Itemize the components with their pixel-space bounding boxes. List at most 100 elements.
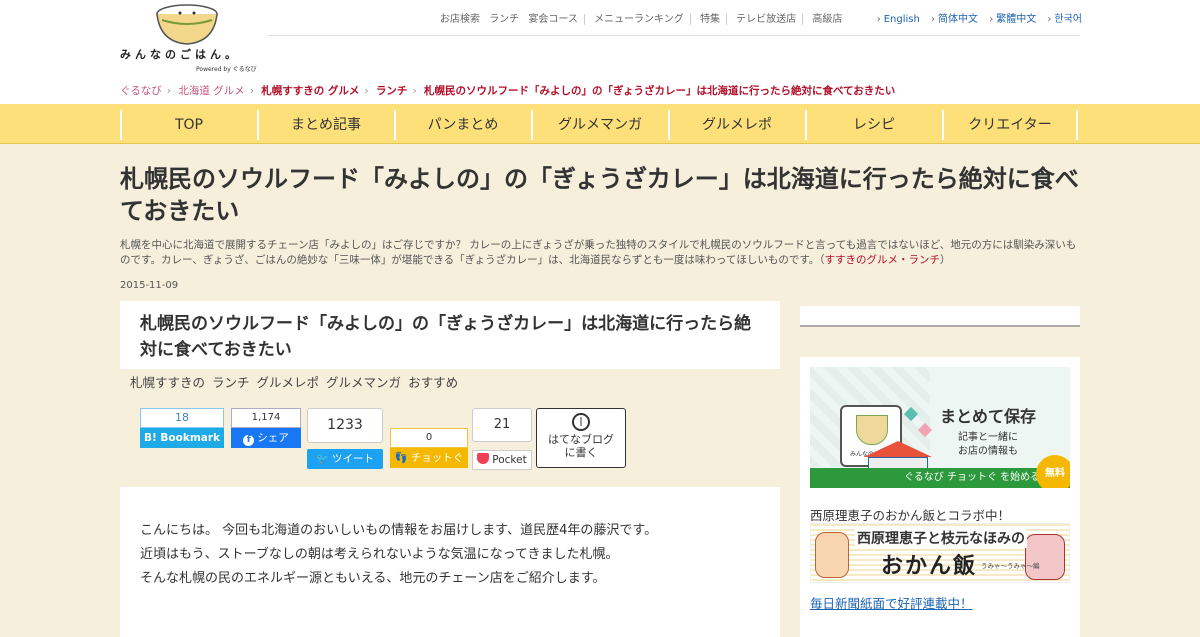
sidebar-panel: みんなのごはん まとめて保存 記事と一緒に お店の情報も ぐるなび チョットぐ を… bbox=[800, 357, 1080, 637]
banner-free-badge: 無料 bbox=[1036, 455, 1070, 488]
okan-meshi-banner[interactable]: 西原理恵子と枝元なほみの おかん飯 うみゃ〜うみゃ〜編 bbox=[810, 523, 1070, 583]
page-title: 札幌民のソウルフード「みよしの」の「ぎょうざカレー」は北海道に行ったら絶対に食べ… bbox=[120, 165, 1079, 225]
topnav-link-features[interactable]: 特集 bbox=[700, 14, 720, 25]
hatena-blog-icon: | bbox=[572, 413, 590, 431]
pocket-button[interactable]: 21 Pocket bbox=[472, 408, 532, 470]
topnav-link-shop-search[interactable]: お店検索 bbox=[440, 14, 480, 25]
logo-text: みんなのごはん。 bbox=[120, 48, 240, 61]
lang-link-english[interactable]: English bbox=[877, 14, 920, 25]
twitter-tweet-label: 🐦 ツイート bbox=[307, 449, 383, 469]
banner-subtext: 記事と一緒に お店の情報も bbox=[958, 431, 1038, 459]
rice-bowl-logo-icon bbox=[156, 4, 218, 45]
topnav-link-banquet[interactable]: 宴会コース bbox=[528, 14, 578, 25]
breadcrumb-item-lunch[interactable]: ランチ bbox=[376, 85, 408, 97]
article-body: こんにちは。 今回も北海道のおいしいもの情報をお届けします、道民歴4年の藤沢です… bbox=[120, 487, 780, 637]
logo-powered-by: Powered by ぐるなび bbox=[196, 66, 257, 73]
topnav-link-luxury[interactable]: 高級店 bbox=[812, 14, 842, 25]
breadcrumb-item-hokkaido[interactable]: 北海道 グルメ bbox=[178, 85, 244, 97]
banner-heading: まとめて保存 bbox=[940, 407, 1037, 426]
site-logo[interactable]: みんなのごはん。 Powered by ぐるなび bbox=[118, 2, 268, 74]
tag-recommend[interactable]: おすすめ bbox=[408, 375, 458, 390]
breadcrumb-item-gurunavi[interactable]: ぐるなび bbox=[120, 85, 162, 97]
article-box-title: 札幌民のソウルフード「みよしの」の「ぎょうざカレー」は北海道に行ったら絶対に食べ… bbox=[140, 314, 752, 360]
mainnav-tab-pan[interactable]: パンまとめ bbox=[394, 110, 530, 140]
mainnav-tab-top[interactable]: TOP bbox=[120, 110, 256, 140]
lang-link-traditional-chinese[interactable]: 繁體中文 bbox=[989, 14, 1036, 25]
header-divider bbox=[268, 35, 1080, 36]
article-lead-category-link[interactable]: すすきのグルメ・ランチ bbox=[825, 254, 941, 266]
breadcrumb-item-sapporo[interactable]: 札幌すすきの グルメ bbox=[261, 85, 359, 97]
chottogu-text: チョットぐ bbox=[410, 452, 464, 464]
facebook-share-button[interactable]: 1,174 f シェア bbox=[231, 408, 301, 448]
topnav-link-lunch[interactable]: ランチ bbox=[489, 14, 519, 25]
main-navigation: TOP まとめ記事 パンまとめ グルメマンガ グルメレポ レシピ クリエイター bbox=[0, 104, 1200, 144]
footprint-icon: 👣 bbox=[394, 452, 408, 464]
topnav-link-menu-ranking[interactable]: メニューランキング bbox=[594, 14, 684, 25]
pocket-text: Pocket bbox=[492, 454, 527, 466]
banner-subtext-line2: お店の情報も bbox=[958, 446, 1018, 457]
article-lead: 札幌を中心に北海道で展開するチェーン店「みよしの」はご存じですか？ カレーの上に… bbox=[120, 238, 1080, 268]
lang-link-simplified-chinese[interactable]: 简体中文 bbox=[931, 14, 978, 25]
facebook-icon: f bbox=[243, 435, 255, 446]
okan-banner-small-text: うみゃ〜うみゃ〜編 bbox=[981, 562, 1040, 570]
character-illustration-icon bbox=[815, 532, 849, 578]
mainnav-tab-manga[interactable]: グルメマンガ bbox=[531, 110, 667, 140]
breadcrumb-separator-icon: › bbox=[364, 85, 369, 97]
okan-banner-title: 西原理恵子と枝元なほみの bbox=[855, 528, 1027, 548]
breadcrumb-item-current: 札幌民のソウルフード「みよしの」の「ぎょうざカレー」は北海道に行ったら絶対に食べ… bbox=[423, 85, 896, 97]
mainnav-tab-report[interactable]: グルメレポ bbox=[668, 110, 804, 140]
tag-lunch[interactable]: ランチ bbox=[212, 375, 250, 390]
topnav-divider bbox=[802, 13, 804, 25]
breadcrumb: ぐるなび › 北海道 グルメ › 札幌すすきの グルメ › ランチ › 札幌民のソウルフ… bbox=[120, 83, 900, 98]
topnav-divider bbox=[583, 13, 585, 25]
facebook-share-text: シェア bbox=[257, 432, 289, 444]
hatena-blog-write-button[interactable]: | はてなブログ に書く bbox=[536, 408, 626, 468]
twitter-bird-icon: 🐦 bbox=[315, 453, 330, 465]
banner-cta-bar: ぐるなび チョットぐ を始める bbox=[810, 468, 1070, 488]
okan-banner-big-title: おかん飯 bbox=[881, 554, 978, 579]
tag-manga[interactable]: グルメマンガ bbox=[326, 375, 401, 390]
pocket-icon bbox=[477, 453, 490, 464]
mainnav-tab-matome[interactable]: まとめ記事 bbox=[257, 110, 393, 140]
article-paragraph: 近頃はもう、ストーブなしの朝は考えられないような気温になってきました札幌。 bbox=[140, 547, 619, 562]
language-selector: English 简体中文 繁體中文 한국어 bbox=[869, 10, 1082, 25]
twitter-tweet-count: 1233 bbox=[307, 408, 383, 443]
breadcrumb-separator-icon: › bbox=[166, 85, 171, 97]
chottogu-button[interactable]: 0 👣 チョットぐ bbox=[390, 428, 468, 470]
article-paragraph: こんにちは。 今回も北海道のおいしいもの情報をお届けします、道民歴4年の藤沢です… bbox=[140, 523, 658, 538]
article-lead-end: ） bbox=[940, 254, 951, 266]
tag-report[interactable]: グルメレポ bbox=[257, 375, 320, 390]
tag-sapporo[interactable]: 札幌すすきの bbox=[130, 375, 205, 390]
hatena-blog-line1: はてなブログ bbox=[548, 433, 614, 446]
mainnav-tab-creator[interactable]: クリエイター bbox=[942, 110, 1078, 140]
okan-meshi-caption: 西原理恵子のおかん飯とコラボ中！ bbox=[810, 508, 1011, 523]
article-date: 2015-11-09 bbox=[120, 280, 179, 291]
topnav-link-tv-shops[interactable]: テレビ放送店 bbox=[736, 14, 796, 25]
top-navigation: お店検索 ランチ 宴会コース メニューランキング 特集 テレビ放送店 高級店 E… bbox=[440, 10, 1082, 25]
pocket-label: Pocket bbox=[472, 450, 532, 470]
topnav-divider bbox=[689, 13, 691, 25]
banner-subtext-line1: 記事と一緒に bbox=[958, 432, 1018, 443]
article-tags: 札幌すすきの ランチ グルメレポ グルメマンガ おすすめ bbox=[130, 372, 465, 391]
lang-link-korean[interactable]: 한국어 bbox=[1047, 14, 1082, 25]
hatena-blog-line2: に書く bbox=[564, 446, 598, 459]
hatena-bookmark-count: 18 bbox=[140, 408, 224, 428]
article-paragraph: そんな札幌の民のエネルギー源ともいえる、地元のチェーン店をご紹介します。 bbox=[140, 571, 606, 586]
okan-meshi-link[interactable]: 毎日新聞紙面で好評連載中！ bbox=[810, 593, 973, 612]
chottogu-label: 👣 チョットぐ bbox=[390, 448, 468, 468]
hatena-bookmark-label: B! Bookmark bbox=[140, 428, 224, 448]
breadcrumb-separator-icon: › bbox=[412, 85, 417, 97]
twitter-tweet-text: ツイート bbox=[332, 453, 375, 465]
chottogu-count: 0 bbox=[390, 428, 468, 448]
sidebar-header-bar bbox=[800, 306, 1080, 327]
character-illustration-icon bbox=[1025, 534, 1065, 580]
hatena-bookmark-button[interactable]: 18 B! Bookmark bbox=[140, 408, 224, 448]
chottogu-banner[interactable]: みんなのごはん まとめて保存 記事と一緒に お店の情報も ぐるなび チョットぐ を… bbox=[810, 367, 1070, 488]
mainnav-tab-recipe[interactable]: レシピ bbox=[805, 110, 941, 140]
facebook-share-count: 1,174 bbox=[231, 408, 301, 428]
breadcrumb-separator-icon: › bbox=[249, 85, 254, 97]
article-title-box: 札幌民のソウルフード「みよしの」の「ぎょうざカレー」は北海道に行ったら絶対に食べ… bbox=[120, 301, 780, 369]
site-header: みんなのごはん。 Powered by ぐるなび お店検索 ランチ 宴会コース … bbox=[0, 0, 1200, 104]
topnav-divider bbox=[725, 13, 727, 25]
twitter-tweet-button[interactable]: 1233 🐦 ツイート bbox=[307, 408, 383, 470]
